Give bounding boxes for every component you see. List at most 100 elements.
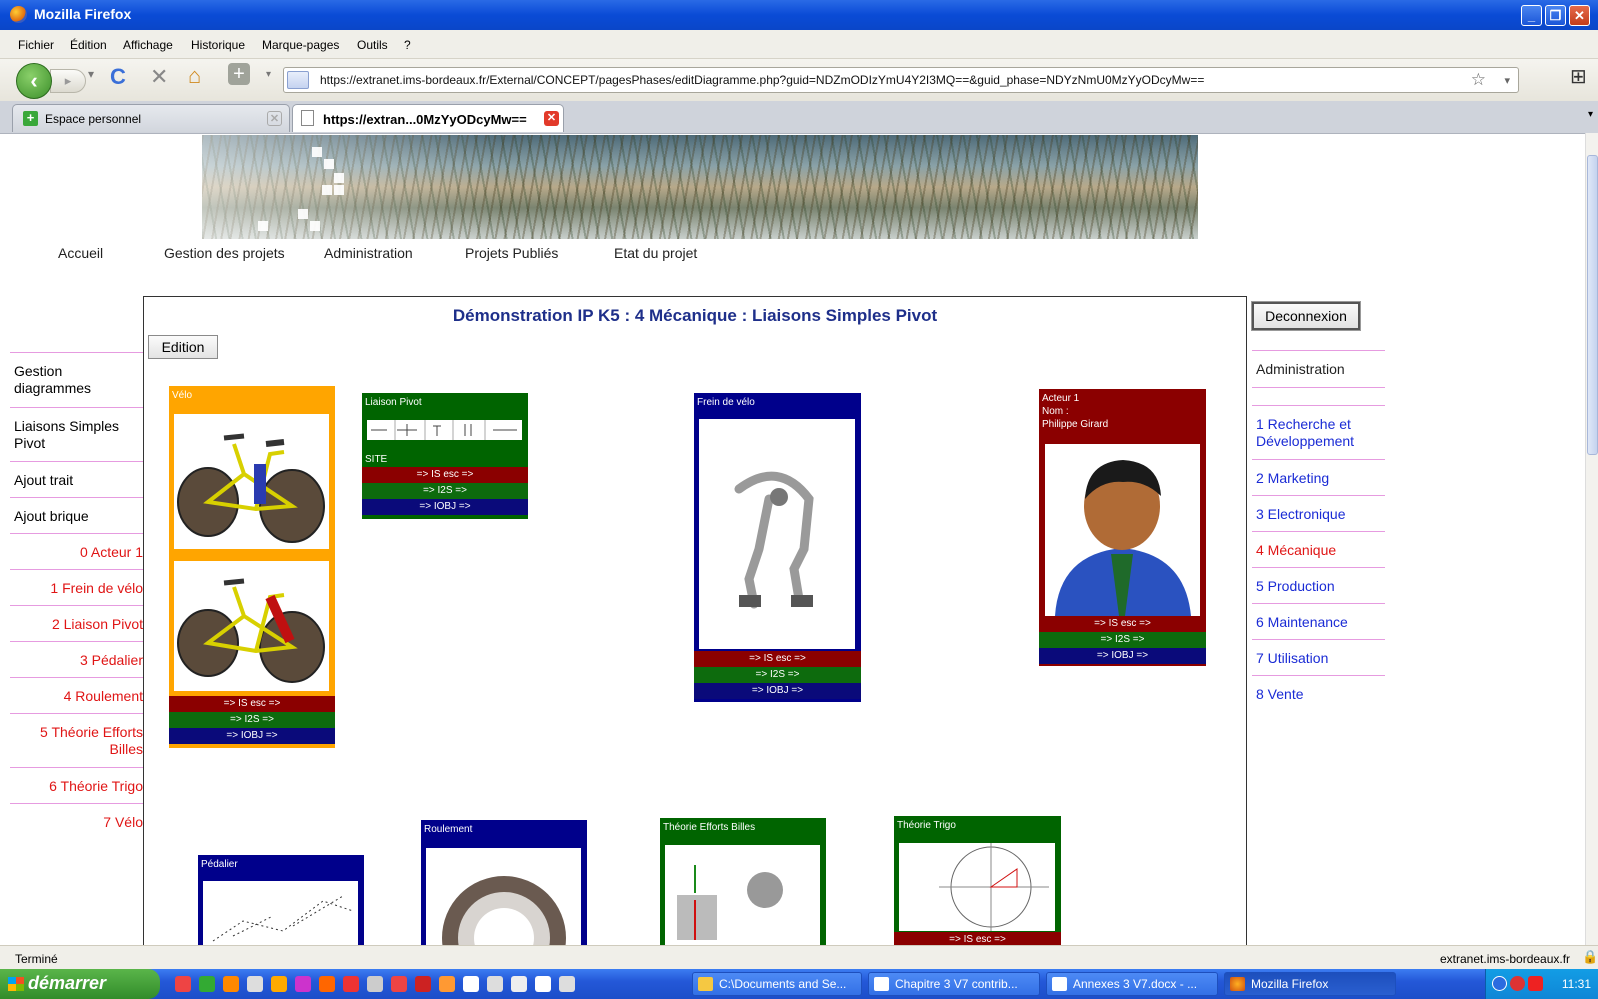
left-nav-brick-3[interactable]: 3 Pédalier bbox=[10, 641, 143, 677]
quicklaunch-icon[interactable] bbox=[439, 976, 455, 992]
left-nav-brick-5[interactable]: 5 Théorie Efforts Billes bbox=[10, 713, 143, 767]
bar-is-esc[interactable]: => IS esc => bbox=[694, 651, 861, 667]
right-nav-phase-7[interactable]: 7 Utilisation bbox=[1252, 639, 1385, 675]
left-nav-brick-6[interactable]: 6 Théorie Trigo bbox=[10, 767, 143, 803]
url-text[interactable]: https://extranet.ims-bordeaux.fr/Externa… bbox=[320, 73, 1204, 87]
right-nav-phase-1[interactable]: 1 Recherche et Développement bbox=[1252, 405, 1385, 459]
tray-icon[interactable] bbox=[1492, 976, 1507, 991]
quicklaunch-icon[interactable] bbox=[367, 976, 383, 992]
quicklaunch-icon[interactable] bbox=[535, 976, 551, 992]
stop-icon[interactable]: ✕ bbox=[150, 64, 168, 90]
history-dropdown-icon[interactable]: ▾ bbox=[88, 67, 94, 81]
brick-pedalier[interactable]: Pédalier bbox=[198, 855, 364, 948]
tray-icon[interactable] bbox=[1510, 976, 1525, 991]
quicklaunch-icon[interactable] bbox=[247, 976, 263, 992]
left-nav-brick-4[interactable]: 4 Roulement bbox=[10, 677, 143, 713]
page-scrollbar[interactable] bbox=[1585, 133, 1598, 945]
nav-accueil[interactable]: Accueil bbox=[58, 245, 103, 261]
brick-acteur[interactable]: Acteur 1 Nom : Philippe Girard => IS esc… bbox=[1039, 389, 1206, 666]
quicklaunch-icon[interactable] bbox=[391, 976, 407, 992]
left-nav-gestion-diagrammes[interactable]: Gestion diagrammes bbox=[10, 352, 143, 401]
tab-current[interactable]: https://extran...0MzYyODcyMw== ✕ bbox=[292, 104, 564, 132]
window-title-bar[interactable]: Mozilla Firefox _ ❐ ✕ bbox=[0, 0, 1598, 30]
quicklaunch-icon[interactable] bbox=[559, 976, 575, 992]
tray-icon[interactable] bbox=[1528, 976, 1543, 991]
bar-i2s[interactable]: => I2S => bbox=[1039, 632, 1206, 648]
menu-marque-pages[interactable]: Marque-pages bbox=[262, 38, 339, 52]
home-icon[interactable]: ⌂ bbox=[188, 63, 201, 89]
bookmark-dropdown-icon[interactable]: ▾ bbox=[266, 69, 271, 80]
minimize-button[interactable]: _ bbox=[1521, 5, 1542, 26]
quicklaunch-icon[interactable] bbox=[511, 976, 527, 992]
tab-close-icon[interactable]: ✕ bbox=[267, 111, 282, 126]
left-nav-brick-0[interactable]: 0 Acteur 1 bbox=[10, 533, 143, 569]
menu-outils[interactable]: Outils bbox=[357, 38, 388, 52]
menu-fichier[interactable]: Fichier bbox=[18, 38, 54, 52]
right-nav-phase-3[interactable]: 3 Electronique bbox=[1252, 495, 1385, 531]
right-nav-phase-2[interactable]: 2 Marketing bbox=[1252, 459, 1385, 495]
windows-icon[interactable]: ⊞ bbox=[1570, 64, 1587, 89]
brick-liaison-pivot[interactable]: Liaison Pivot SITE => IS esc => => I2S =… bbox=[362, 393, 528, 519]
quicklaunch-icon[interactable] bbox=[343, 976, 359, 992]
nav-administration[interactable]: Administration bbox=[324, 245, 413, 261]
url-bar[interactable]: https://extranet.ims-bordeaux.fr/Externa… bbox=[283, 67, 1519, 93]
right-nav-phase-4[interactable]: 4 Mécanique bbox=[1252, 531, 1385, 567]
left-nav-ajout-trait[interactable]: Ajout trait bbox=[10, 461, 143, 497]
bar-is-esc[interactable]: => IS esc => bbox=[169, 696, 335, 712]
right-nav-header[interactable]: Administration bbox=[1252, 350, 1385, 387]
right-nav-phase-6[interactable]: 6 Maintenance bbox=[1252, 603, 1385, 639]
star-bookmark-icon[interactable]: ☆ bbox=[1471, 70, 1486, 90]
quicklaunch-icon[interactable] bbox=[319, 976, 335, 992]
bar-iobj[interactable]: => IOBJ => bbox=[362, 499, 528, 515]
bar-i2s[interactable]: => I2S => bbox=[169, 712, 335, 728]
nav-gestion-projets[interactable]: Gestion des projets bbox=[164, 245, 285, 261]
quicklaunch-icon[interactable] bbox=[295, 976, 311, 992]
brick-roulement[interactable]: Roulement bbox=[421, 820, 587, 948]
task-word-chapitre[interactable]: Chapitre 3 V7 contrib... bbox=[868, 972, 1040, 996]
site-identity-icon[interactable] bbox=[287, 71, 309, 89]
bar-i2s[interactable]: => I2S => bbox=[362, 483, 528, 499]
menu-historique[interactable]: Historique bbox=[191, 38, 245, 52]
menu-help[interactable]: ? bbox=[404, 38, 411, 52]
task-explorer[interactable]: C:\Documents and Se... bbox=[692, 972, 862, 996]
logout-button[interactable]: Deconnexion bbox=[1251, 301, 1361, 331]
nav-projets-publies[interactable]: Projets Publiés bbox=[465, 245, 558, 261]
left-nav-liaisons[interactable]: Liaisons Simples Pivot bbox=[10, 407, 143, 456]
brick-theorie-trigo[interactable]: Théorie Trigo => IS esc => bbox=[894, 816, 1061, 948]
start-button[interactable]: démarrer bbox=[0, 969, 160, 999]
nav-etat-projet[interactable]: Etat du projet bbox=[614, 245, 697, 261]
clock[interactable]: 11:31 bbox=[1562, 977, 1591, 991]
quicklaunch-icon[interactable] bbox=[487, 976, 503, 992]
left-nav-brick-2[interactable]: 2 Liaison Pivot bbox=[10, 605, 143, 641]
right-nav-phase-8[interactable]: 8 Vente bbox=[1252, 675, 1385, 711]
left-nav-brick-1[interactable]: 1 Frein de vélo bbox=[10, 569, 143, 605]
close-window-button[interactable]: ✕ bbox=[1569, 5, 1590, 26]
tab-espace-personnel[interactable]: + Espace personnel ✕ bbox=[12, 104, 290, 132]
bar-is-esc[interactable]: => IS esc => bbox=[362, 467, 528, 483]
tab-close-icon[interactable]: ✕ bbox=[544, 111, 559, 126]
bar-iobj[interactable]: => IOBJ => bbox=[1039, 648, 1206, 664]
edit-button[interactable]: Edition bbox=[148, 335, 218, 359]
menu-affichage[interactable]: Affichage bbox=[123, 38, 173, 52]
brick-frein-velo[interactable]: Frein de vélo => IS esc => => I2S => => … bbox=[694, 393, 861, 702]
forward-button[interactable]: ▸ bbox=[50, 69, 86, 93]
scrollbar-thumb[interactable] bbox=[1587, 155, 1598, 455]
bar-i2s[interactable]: => I2S => bbox=[694, 667, 861, 683]
back-button[interactable]: ‹ bbox=[16, 63, 52, 99]
left-nav-brick-7[interactable]: 7 Vélo bbox=[10, 803, 143, 839]
bar-iobj[interactable]: => IOBJ => bbox=[694, 683, 861, 699]
quicklaunch-icon[interactable] bbox=[463, 976, 479, 992]
url-dropdown-icon[interactable]: ▾ bbox=[1504, 74, 1510, 87]
right-nav-phase-5[interactable]: 5 Production bbox=[1252, 567, 1385, 603]
quicklaunch-icon[interactable] bbox=[415, 976, 431, 992]
left-nav-ajout-brique[interactable]: Ajout brique bbox=[10, 497, 143, 533]
bar-is-esc[interactable]: => IS esc => bbox=[1039, 616, 1206, 632]
menu-edition[interactable]: Édition bbox=[70, 38, 107, 52]
brick-velo[interactable]: Vélo => IS esc => => I2S => => IOBJ => bbox=[169, 386, 335, 748]
quicklaunch-icon[interactable] bbox=[175, 976, 191, 992]
new-tab-icon[interactable]: + bbox=[228, 63, 250, 85]
quicklaunch-icon[interactable] bbox=[199, 976, 215, 992]
task-word-annexes[interactable]: Annexes 3 V7.docx - ... bbox=[1046, 972, 1218, 996]
tab-list-icon[interactable]: ▾ bbox=[1588, 109, 1593, 120]
quicklaunch-icon[interactable] bbox=[271, 976, 287, 992]
